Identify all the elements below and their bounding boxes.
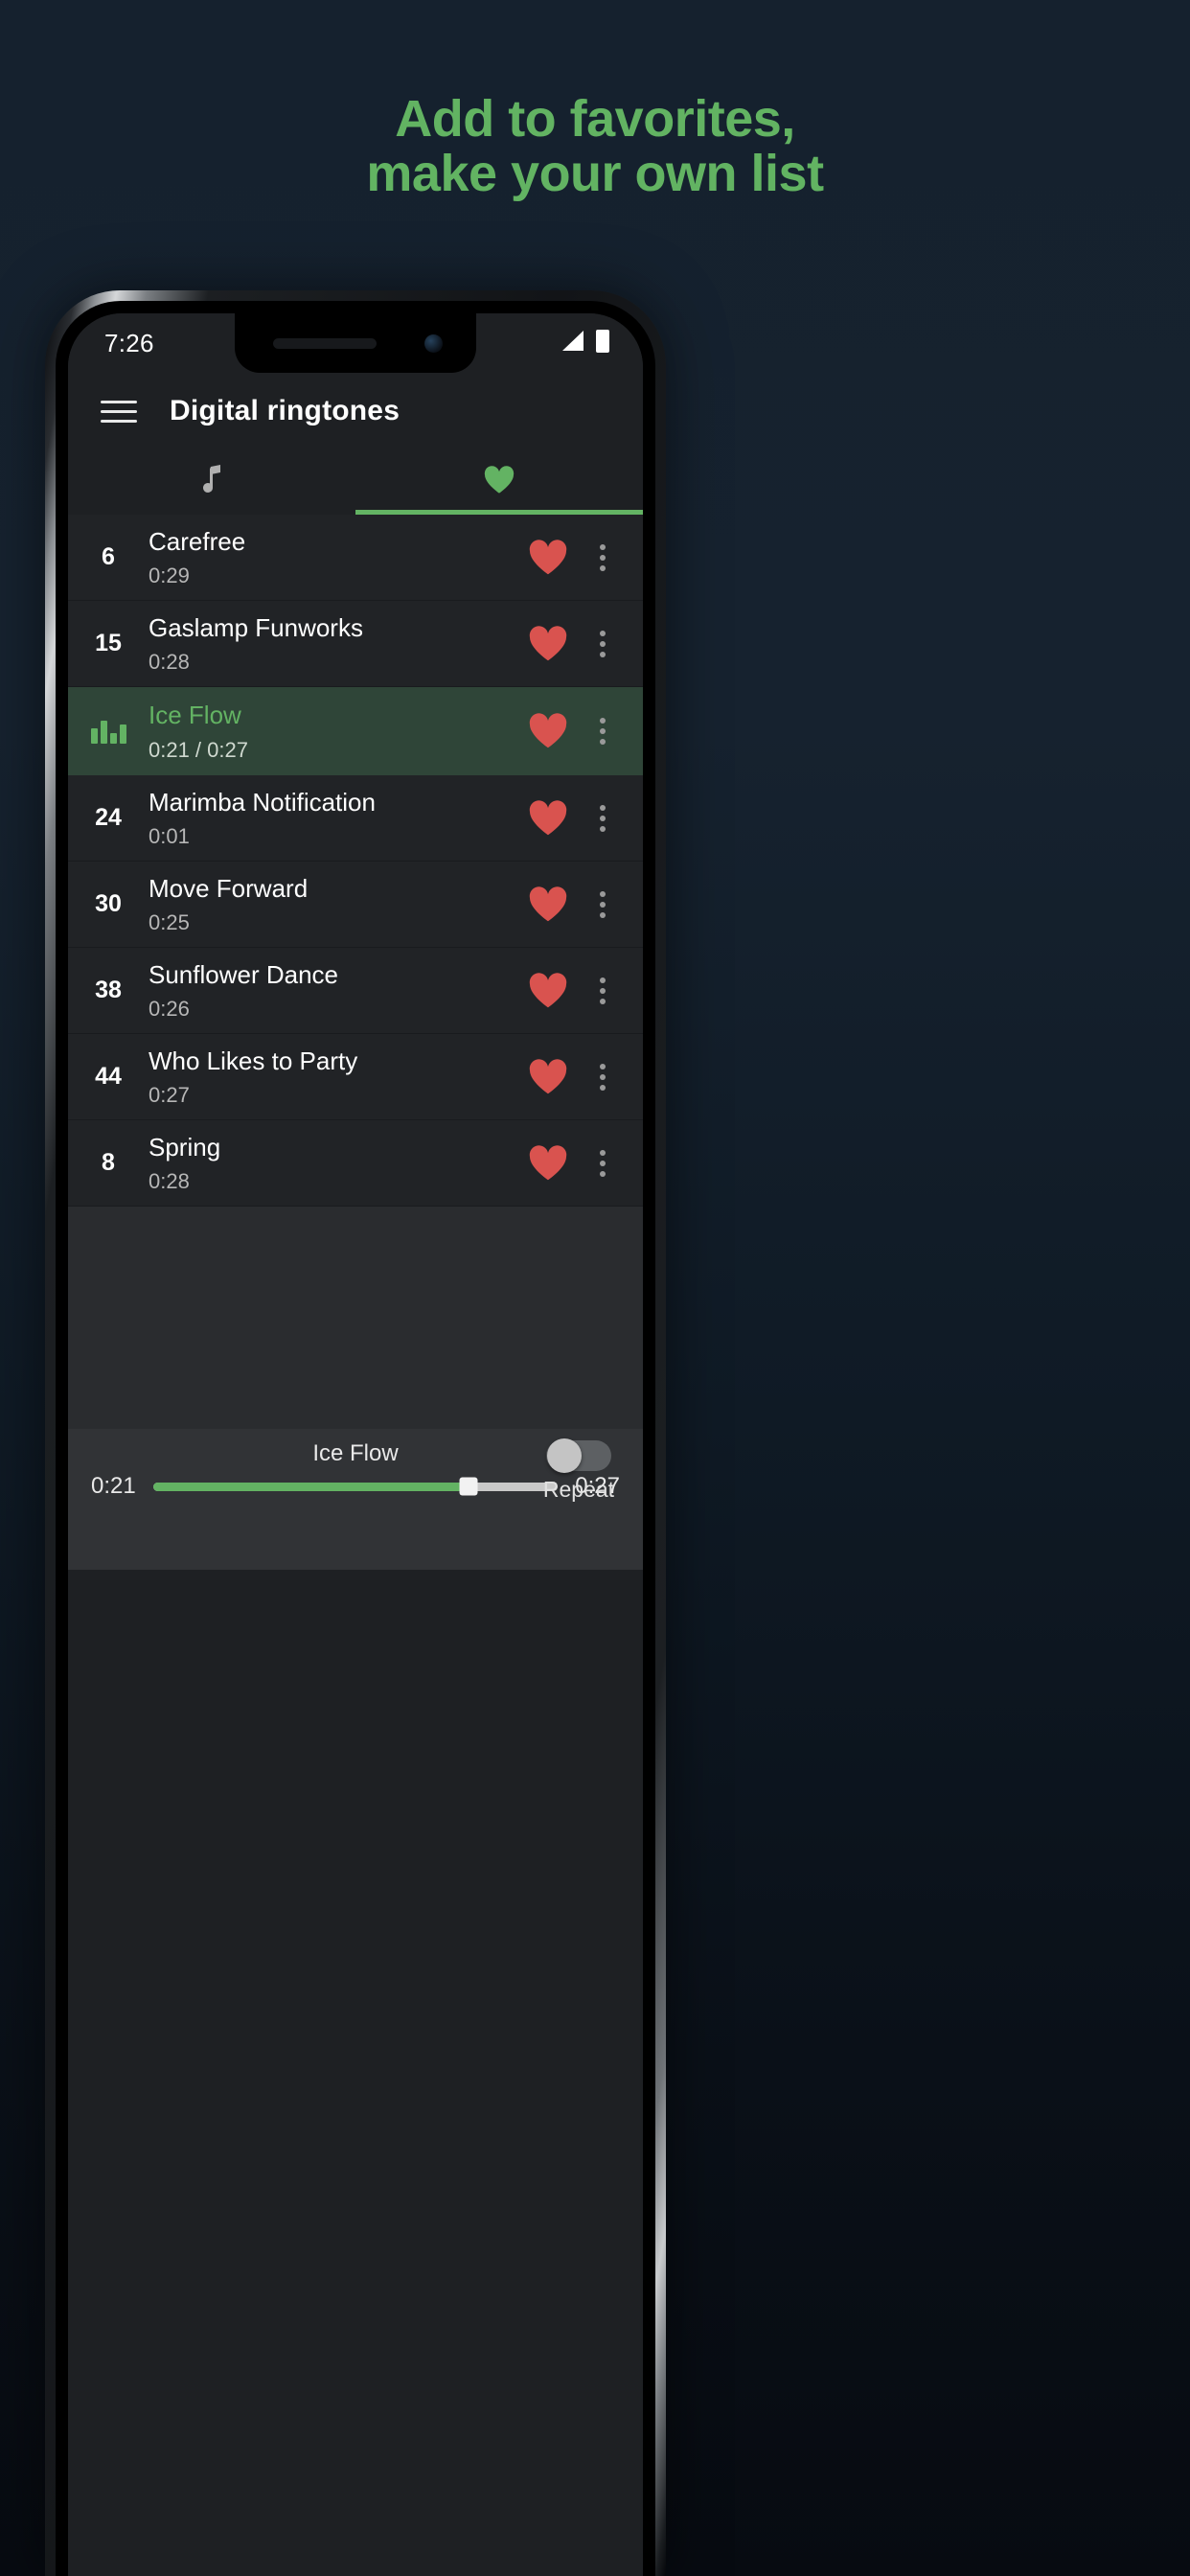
favorite-button[interactable] — [513, 539, 584, 576]
row-index: 6 — [102, 543, 115, 570]
music-note-icon — [199, 464, 224, 500]
row-duration: 0:27 — [149, 1083, 190, 1108]
table-row[interactable]: 44 Who Likes to Party 0:27 — [68, 1034, 643, 1120]
repeat-toggle[interactable] — [546, 1438, 611, 1473]
row-title: Move Forward — [149, 873, 309, 903]
status-icons — [561, 329, 610, 358]
row-index: 38 — [95, 977, 122, 1003]
ringtone-list: 6 Carefree 0:29 15 Gaslamp Funworks 0:28… — [68, 515, 643, 1207]
player-bar: Ice Flow 0:21 0:27 Repeat — [68, 1429, 643, 1570]
battery-icon — [595, 329, 610, 358]
status-clock: 7:26 — [104, 328, 154, 357]
seek-handle[interactable] — [459, 1477, 478, 1496]
promo-page: Add to favorites, make your own list 7:2… — [0, 0, 1190, 2576]
table-row[interactable]: 15 Gaslamp Funworks 0:28 — [68, 601, 643, 687]
tab-all-ringtones[interactable] — [68, 449, 355, 515]
row-title: Ice Flow — [149, 701, 241, 730]
row-meta: Ice Flow 0:21 / 0:27 — [149, 700, 513, 763]
row-index: 8 — [102, 1149, 115, 1176]
repeat-label: Repeat — [542, 1477, 615, 1502]
promo-headline-line1: Add to favorites, — [395, 90, 795, 148]
more-vertical-icon[interactable] — [584, 630, 622, 657]
tab-bar — [68, 449, 643, 515]
table-row[interactable]: Ice Flow 0:21 / 0:27 — [68, 687, 643, 775]
row-index: 24 — [95, 804, 122, 831]
row-meta: Spring 0:28 — [149, 1132, 513, 1195]
row-title: Marimba Notification — [149, 787, 376, 816]
more-vertical-icon[interactable] — [584, 977, 622, 1004]
more-vertical-icon[interactable] — [584, 543, 622, 571]
favorite-button[interactable] — [513, 799, 584, 837]
favorite-button[interactable] — [513, 1144, 584, 1182]
row-meta: Gaslamp Funworks 0:28 — [149, 612, 513, 676]
repeat-control[interactable]: Repeat — [526, 1438, 631, 1503]
app-bar: Digital ringtones — [68, 373, 643, 449]
status-bar: 7:26 — [68, 313, 643, 373]
favorite-button[interactable] — [513, 1058, 584, 1095]
row-meta: Move Forward 0:25 — [149, 873, 513, 936]
row-duration: 0:29 — [149, 564, 190, 588]
phone-screen: 7:26 Digital ringtones 6 Carefree 0:29 1… — [68, 313, 643, 2576]
earpiece-speaker — [273, 338, 377, 349]
table-row[interactable]: 24 Marimba Notification 0:01 — [68, 775, 643, 862]
table-row[interactable]: 8 Spring 0:28 — [68, 1120, 643, 1207]
more-vertical-icon[interactable] — [584, 1063, 622, 1091]
row-title: Who Likes to Party — [149, 1046, 358, 1075]
row-title: Carefree — [149, 526, 246, 556]
row-title: Sunflower Dance — [149, 959, 338, 989]
table-row[interactable]: 30 Move Forward 0:25 — [68, 862, 643, 948]
front-camera — [424, 334, 443, 353]
promo-headline: Add to favorites, make your own list — [0, 90, 1190, 203]
more-vertical-icon[interactable] — [584, 804, 622, 832]
row-duration: 0:25 — [149, 910, 190, 935]
seek-bar[interactable] — [152, 1477, 559, 1496]
row-index: 15 — [95, 630, 122, 656]
heart-icon — [483, 465, 515, 499]
signal-bars-icon — [561, 330, 586, 357]
row-meta: Marimba Notification 0:01 — [149, 787, 513, 850]
row-meta: Who Likes to Party 0:27 — [149, 1046, 513, 1109]
row-index: 44 — [95, 1063, 122, 1090]
table-row[interactable]: 38 Sunflower Dance 0:26 — [68, 948, 643, 1034]
table-row[interactable]: 6 Carefree 0:29 — [68, 515, 643, 601]
row-index: 30 — [95, 890, 122, 917]
tab-favorites[interactable] — [355, 449, 643, 515]
toggle-knob — [547, 1438, 582, 1473]
row-duration: 0:28 — [149, 650, 190, 675]
page-title: Digital ringtones — [170, 395, 400, 426]
hamburger-menu-icon[interactable] — [101, 400, 137, 423]
row-duration: 0:01 — [149, 824, 190, 849]
favorite-button[interactable] — [513, 713, 584, 749]
current-time: 0:21 — [91, 1473, 136, 1499]
row-duration: 0:28 — [149, 1169, 190, 1194]
row-meta: Carefree 0:29 — [149, 526, 513, 589]
row-duration: 0:26 — [149, 997, 190, 1022]
list-empty-space — [68, 1207, 643, 1429]
row-title: Gaslamp Funworks — [149, 612, 363, 642]
phone-bezel: 7:26 Digital ringtones 6 Carefree 0:29 1… — [56, 301, 655, 2576]
favorite-button[interactable] — [513, 625, 584, 662]
row-duration: 0:21 / 0:27 — [149, 737, 248, 762]
equalizer-bars-icon — [68, 719, 149, 744]
more-vertical-icon[interactable] — [584, 890, 622, 918]
more-vertical-icon[interactable] — [584, 1149, 622, 1177]
promo-headline-line2: make your own list — [366, 145, 824, 203]
phone-mockup: 7:26 Digital ringtones 6 Carefree 0:29 1… — [45, 290, 666, 2576]
more-vertical-icon[interactable] — [584, 718, 622, 745]
row-meta: Sunflower Dance 0:26 — [149, 959, 513, 1023]
favorite-button[interactable] — [513, 972, 584, 1009]
row-title: Spring — [149, 1132, 221, 1162]
tab-active-indicator — [355, 510, 643, 515]
favorite-button[interactable] — [513, 886, 584, 923]
seek-fill — [152, 1482, 469, 1491]
phone-notch — [235, 313, 476, 373]
